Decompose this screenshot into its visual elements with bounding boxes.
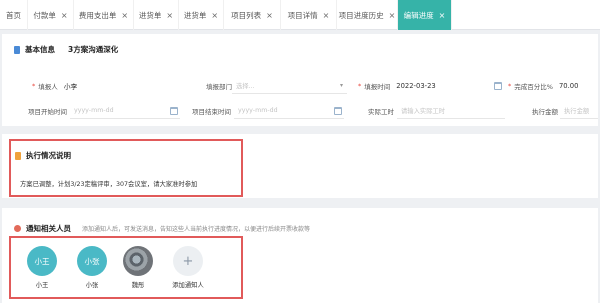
start-label: 项目开始时间 bbox=[28, 108, 67, 116]
person-name: 魏彤 bbox=[131, 282, 145, 289]
execution-card: 执行情况说明 方案已调整，计划3/23定稿评审，307会议室，请大家准时参加 bbox=[2, 134, 598, 198]
field-row-1: * 填报人 小李 填报部门 选择... ▾ * 填报时间 2022-03-23 … bbox=[2, 78, 598, 96]
required-mark: * bbox=[508, 82, 512, 90]
tab-home[interactable]: 首页 bbox=[0, 0, 28, 30]
execution-text[interactable]: 方案已调整，计划3/23定稿评审，307会议室，请大家准时参加 bbox=[20, 179, 197, 188]
section-title: 执行情况说明 bbox=[26, 151, 71, 160]
add-person-label: 添加通知人 bbox=[172, 282, 204, 289]
tab-label: 费用支出单 bbox=[78, 10, 117, 20]
date-label: 填报时间 bbox=[364, 83, 391, 91]
tab-label: 项目列表 bbox=[231, 10, 262, 20]
hours-label: 实际工时 bbox=[368, 108, 394, 116]
person-name: 小王 bbox=[35, 282, 49, 289]
tab-label: 付款单 bbox=[33, 10, 56, 20]
highlight-frame bbox=[9, 139, 243, 197]
amount-label: 执行金额 bbox=[532, 108, 558, 116]
close-icon[interactable]: × bbox=[61, 11, 68, 20]
close-icon[interactable]: × bbox=[121, 11, 128, 20]
end-label: 项目结束时间 bbox=[192, 108, 231, 116]
start-label-wrap: 项目开始时间 bbox=[28, 103, 67, 119]
notify-card: 通知相关人员 添加通知人后，可发送消息，告知这些人当前执行进度情况，以便进行后续… bbox=[2, 208, 598, 303]
date-field: * 填报时间 2022-03-23 bbox=[358, 78, 438, 94]
tab-label: 编辑进度 bbox=[403, 10, 434, 20]
close-icon[interactable]: × bbox=[166, 11, 173, 20]
hours-label-wrap: 实际工时 bbox=[368, 103, 394, 119]
field-row-2: 项目开始时间 yyyy-mm-dd 项目结束时间 yyyy-mm-dd 实际工时… bbox=[2, 103, 598, 121]
required-mark: * bbox=[358, 82, 362, 90]
amount-label-wrap: 执行金额 bbox=[532, 103, 558, 119]
close-icon[interactable]: × bbox=[211, 11, 218, 20]
reporter-field: * 填报人 小李 bbox=[32, 78, 172, 94]
end-label-wrap: 项目结束时间 bbox=[192, 103, 231, 119]
tab-edit-progress[interactable]: 编辑进度 × bbox=[398, 0, 452, 30]
amount-input[interactable]: 执行金额 bbox=[560, 103, 598, 119]
add-notify-person-button[interactable]: + 添加通知人 bbox=[164, 246, 212, 289]
tab-label: 进货单 bbox=[138, 10, 162, 20]
date-value[interactable]: 2022-03-23 bbox=[396, 82, 436, 90]
tab-label: 首页 bbox=[6, 10, 21, 20]
note-icon bbox=[15, 151, 21, 160]
plus-icon: + bbox=[173, 246, 203, 276]
tab-expense[interactable]: 费用支出单 × bbox=[74, 0, 134, 30]
calendar-icon[interactable] bbox=[494, 82, 502, 90]
basic-info-header: 基本信息 3方案沟通深化 bbox=[14, 44, 118, 55]
chevron-down-icon[interactable]: ▾ bbox=[340, 82, 343, 89]
close-icon[interactable]: × bbox=[266, 11, 273, 20]
person-name: 小张 bbox=[85, 282, 99, 289]
tab-purchase-2[interactable]: 进货单 × bbox=[179, 0, 224, 30]
tab-label: 项目进度历史 bbox=[338, 10, 384, 20]
start-date-input[interactable]: yyyy-mm-dd bbox=[70, 103, 180, 119]
basic-info-card: 基本信息 3方案沟通深化 * 填报人 小李 填报部门 选择... ▾ * 填报时… bbox=[2, 34, 598, 126]
people-icon bbox=[14, 225, 21, 232]
document-icon bbox=[14, 45, 20, 54]
percent-field: * 完成百分比% 70.00 bbox=[508, 78, 598, 94]
tab-label: 进货单 bbox=[183, 10, 207, 20]
calendar-icon[interactable] bbox=[170, 107, 178, 115]
reporter-value[interactable]: 小李 bbox=[64, 81, 78, 91]
section-title: 通知相关人员 bbox=[26, 224, 71, 233]
project-name: 3方案沟通深化 bbox=[68, 45, 119, 54]
notify-person[interactable]: 小王 小王 bbox=[22, 246, 62, 289]
hours-input[interactable]: 请输入实际工时 bbox=[397, 103, 505, 119]
tab-project-detail[interactable]: 项目详情 × bbox=[281, 0, 337, 30]
notify-hint: 添加通知人后，可发送消息，告知这些人当前执行进度情况，以便进行后续开票收款等 bbox=[82, 226, 311, 233]
execution-header: 执行情况说明 bbox=[15, 150, 71, 161]
tab-bar: 首页 付款单 × 费用支出单 × 进货单 × 进货单 × 项目列表 × 项目详情 × 项目进… bbox=[0, 0, 600, 30]
section-title: 基本信息 bbox=[25, 45, 55, 54]
avatar: 小张 bbox=[77, 246, 107, 276]
notify-person[interactable]: 魏彤 bbox=[118, 246, 158, 289]
end-date-input[interactable]: yyyy-mm-dd bbox=[234, 103, 344, 119]
tab-project-list[interactable]: 项目列表 × bbox=[224, 0, 281, 30]
percent-value[interactable]: 70.00 bbox=[559, 82, 578, 90]
tab-purchase[interactable]: 进货单 × bbox=[134, 0, 179, 30]
percent-label: 完成百分比% bbox=[514, 83, 553, 91]
close-icon[interactable]: × bbox=[439, 11, 446, 20]
avatar: 小王 bbox=[27, 246, 57, 276]
avatar-photo bbox=[123, 246, 153, 276]
calendar-icon[interactable] bbox=[334, 107, 342, 115]
notify-person[interactable]: 小张 小张 bbox=[72, 246, 112, 289]
notify-header: 通知相关人员 添加通知人后，可发送消息，告知这些人当前执行进度情况，以便进行后续… bbox=[14, 223, 310, 234]
required-mark: * bbox=[32, 82, 36, 90]
tab-progress-history[interactable]: 项目进度历史 × bbox=[337, 0, 398, 30]
dept-label: 填报部门 bbox=[206, 83, 232, 91]
close-icon[interactable]: × bbox=[323, 11, 330, 20]
dept-select[interactable]: 选择... bbox=[232, 78, 347, 94]
reporter-label: 填报人 bbox=[38, 83, 58, 91]
close-icon[interactable]: × bbox=[389, 11, 396, 20]
tab-payment[interactable]: 付款单 × bbox=[28, 0, 74, 30]
tab-label: 项目详情 bbox=[287, 10, 318, 20]
